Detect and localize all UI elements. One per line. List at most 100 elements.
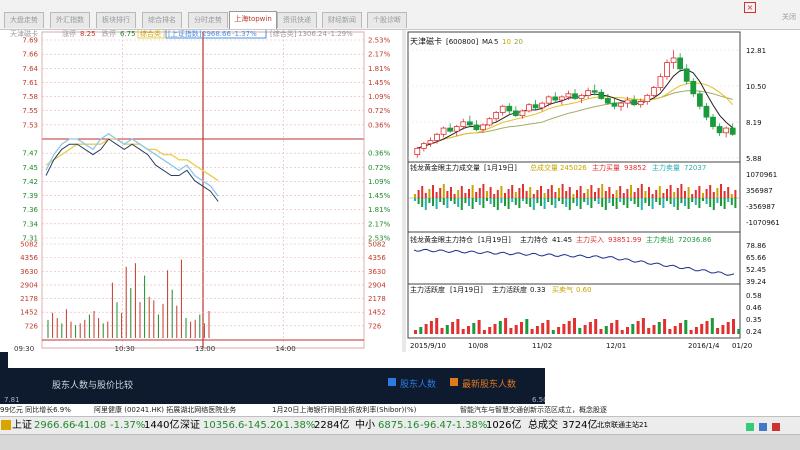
- network-icon: [759, 423, 768, 431]
- tab-3[interactable]: 综合排名: [142, 12, 182, 28]
- total-value: 3724亿: [562, 420, 598, 431]
- sub2-out-label: 主力卖出: [646, 235, 674, 244]
- sub1-up-bar: [601, 184, 604, 198]
- sub1-up-bar: [612, 194, 614, 198]
- sub1-tick: -356987: [746, 203, 775, 211]
- sub1-down-bar: [543, 198, 546, 209]
- sub1-down-bar: [486, 198, 488, 201]
- volume-tick-left: 726: [25, 322, 39, 330]
- ticker-item[interactable]: 阿里健康 (00241.HK) 拓展湖北网络医院业务: [94, 405, 236, 415]
- pct-tick-label: 1.45%: [368, 192, 391, 200]
- sub3-tick: 0.24: [746, 328, 762, 336]
- sub3-bar: [694, 327, 698, 334]
- sub3-bar: [673, 326, 677, 334]
- sz-amount: 2284亿: [314, 420, 350, 431]
- ticker-item[interactable]: 99亿元 同比增长6.9%: [0, 405, 71, 415]
- intraday-chart-panel[interactable]: 7.69 2.53% 7.66 2.17% 7.64 1.81% 7.61 1.45% 7.58…: [8, 28, 402, 353]
- sub3-tick: 0.58: [746, 292, 762, 300]
- daily-chart-panel[interactable]: 天津磁卡 [600800] MA 5 10 20 12.81 10.50 8.19 5.88 钱龙黄…: [406, 30, 800, 352]
- tab-7[interactable]: 资讯快递: [277, 12, 317, 28]
- sh-label[interactable]: 上证: [12, 417, 32, 434]
- candle-body: [664, 62, 670, 78]
- info-right-blank: [545, 368, 800, 404]
- candle-body: [493, 112, 500, 120]
- sub3-bar: [578, 328, 582, 334]
- sub1-up-bar: [626, 189, 629, 198]
- legend-swatch-b: [450, 378, 458, 386]
- candle-body: [690, 80, 697, 95]
- sub1-down-bar: [586, 198, 589, 205]
- sub1-up-bar: [446, 191, 449, 198]
- sub1-down-bar: [734, 198, 737, 208]
- sub1-period: [1月19日]: [484, 164, 517, 172]
- news-ticker[interactable]: 99亿元 同比增长6.9% 阿里健康 (00241.HK) 拓展湖北网络医院业务…: [0, 404, 800, 416]
- tab-4[interactable]: 分时走势: [188, 12, 228, 28]
- sub1-up-bar: [702, 193, 704, 198]
- sub3-bar: [520, 322, 523, 334]
- ticker-item[interactable]: 1月20日上海银行间同业拆放利率(Shibor)(%): [272, 405, 416, 415]
- intraday-chart[interactable]: 7.69 2.53%7.66 2.17%7.64 1.81%7.61 1.45%7.58…: [8, 28, 402, 353]
- sub3-bar: [583, 325, 587, 334]
- tab-2[interactable]: 板块排行: [96, 12, 136, 28]
- price-tick-label: 7.66: [22, 51, 38, 59]
- sub3-bar: [647, 328, 651, 334]
- pct-tick-label: 0.36%: [368, 150, 391, 158]
- zx-amount: 1026亿: [486, 420, 522, 431]
- sub1-down-bar: [442, 198, 445, 205]
- candle-body: [499, 105, 506, 113]
- tab-1[interactable]: 外汇指数: [50, 12, 90, 28]
- candle-body: [512, 110, 519, 117]
- candle-body: [598, 91, 605, 99]
- zx-value: 6875.16: [378, 420, 420, 431]
- ma5-label: 5: [494, 38, 498, 46]
- candle-body: [710, 116, 716, 127]
- sub1-total: 245026: [560, 164, 587, 172]
- sz-label[interactable]: 深证: [180, 417, 200, 434]
- volume-tick-left: 1452: [20, 309, 38, 317]
- sub3-act-label: 主力活跃度: [492, 285, 527, 294]
- sub1-down-bar: [550, 198, 553, 205]
- ma20-label: 20: [514, 38, 523, 46]
- window-close-label[interactable]: 关闭: [782, 12, 796, 22]
- sub1-up-bar: [428, 189, 431, 198]
- sub2-in-label: 主力买入: [576, 235, 604, 244]
- candle-body: [677, 57, 684, 70]
- site-label[interactable]: 北京联通主站21: [597, 417, 648, 434]
- sub1-up-bar: [608, 187, 611, 198]
- ticker-item[interactable]: 智能汽车与智慧交通创新示范区成立，概念股逐: [460, 405, 607, 415]
- price-tick-label: 7.61: [22, 79, 38, 87]
- sub1-up-bar: [590, 185, 593, 198]
- sub1-down-bar: [414, 198, 416, 201]
- sub1-up-bar: [594, 192, 596, 198]
- close-icon[interactable]: ×: [744, 2, 756, 13]
- sub1-down-bar: [532, 198, 535, 210]
- sub1-up-bar: [727, 187, 730, 198]
- sub3-bar: [668, 329, 672, 334]
- sub1-down-bar: [583, 198, 586, 202]
- candle-body: [624, 99, 631, 104]
- zx-label[interactable]: 中小: [355, 417, 375, 434]
- sub3-tick: 0.35: [746, 316, 762, 324]
- tab-0[interactable]: 大盘走势: [4, 12, 44, 28]
- daily-price-tick: 5.88: [746, 155, 762, 163]
- sub1-down-bar: [702, 198, 704, 201]
- sub1-up-bar: [504, 193, 506, 198]
- sub1-down-bar: [630, 198, 632, 201]
- sub1-up-bar: [622, 193, 625, 198]
- sub1-down-bar: [558, 198, 560, 201]
- sub1-down-bar: [648, 198, 650, 206]
- average-price-line: [45, 138, 219, 182]
- sub3-bar: [493, 324, 497, 334]
- tab-6[interactable]: 上海topwin: [229, 11, 277, 29]
- sub1-title: 钱龙黄金眼主力成交量: [410, 163, 480, 172]
- sub1-sell-label: 主力卖量: [652, 163, 680, 172]
- sub3-bar: [737, 329, 741, 334]
- sub1-down-bar: [464, 198, 467, 203]
- sub1-down-bar: [666, 198, 668, 201]
- daily-chart[interactable]: 天津磁卡 [600800] MA 5 10 20 12.81 10.50 8.19 5.88 钱龙黄…: [406, 30, 800, 352]
- candle-body: [453, 126, 460, 132]
- sub1-up-bar: [496, 190, 499, 198]
- tab-9[interactable]: 个股诊断: [367, 12, 407, 28]
- sub1-down-bar: [475, 198, 478, 202]
- tab-8[interactable]: 财经新闻: [322, 12, 362, 28]
